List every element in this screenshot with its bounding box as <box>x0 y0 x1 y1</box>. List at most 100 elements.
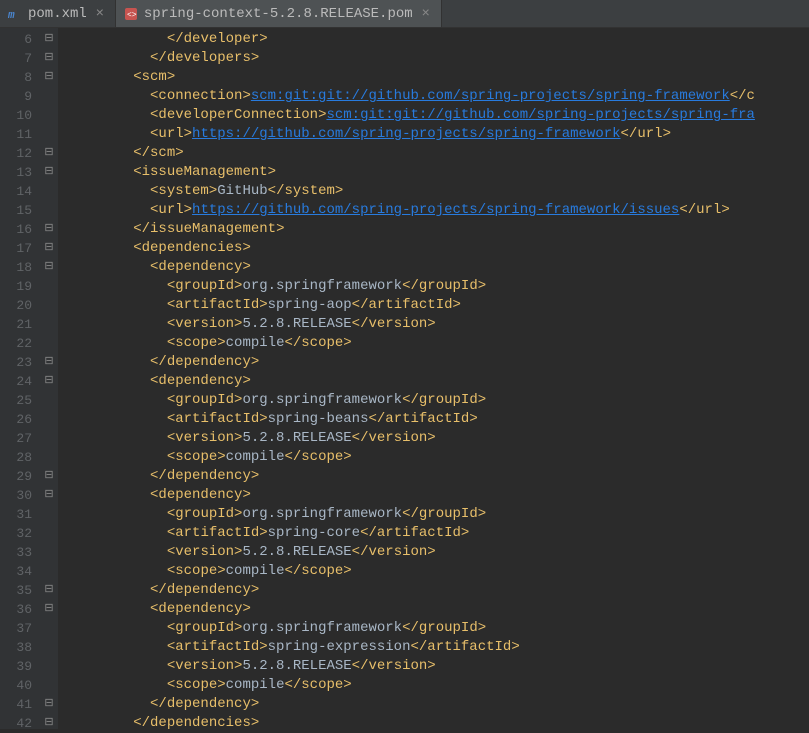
code-line[interactable]: <artifactId>spring-expression</artifactI… <box>66 638 809 657</box>
code-line[interactable]: </dependency> <box>66 353 809 372</box>
code-line[interactable]: <groupId>org.springframework</groupId> <box>66 391 809 410</box>
fold-marker[interactable] <box>40 676 58 695</box>
code-line[interactable]: <system>GitHub</system> <box>66 182 809 201</box>
fold-marker[interactable]: ⊟ <box>40 30 58 49</box>
fold-marker[interactable]: ⊟ <box>40 353 58 372</box>
line-number: 15 <box>0 201 32 220</box>
code-line[interactable]: <groupId>org.springframework</groupId> <box>66 619 809 638</box>
line-number: 29 <box>0 467 32 486</box>
code-line[interactable]: </dependency> <box>66 695 809 714</box>
code-line[interactable]: <dependency> <box>66 486 809 505</box>
fold-marker[interactable] <box>40 562 58 581</box>
code-area[interactable]: </developer> </developers> <scm> <connec… <box>58 28 809 729</box>
code-line[interactable]: </developer> <box>66 30 809 49</box>
code-line[interactable]: <version>5.2.8.RELEASE</version> <box>66 657 809 676</box>
code-line[interactable]: <scope>compile</scope> <box>66 562 809 581</box>
fold-marker[interactable]: ⊟ <box>40 486 58 505</box>
fold-marker[interactable]: ⊟ <box>40 467 58 486</box>
fold-marker[interactable]: ⊟ <box>40 68 58 87</box>
code-line[interactable]: </developers> <box>66 49 809 68</box>
line-number: 40 <box>0 676 32 695</box>
tab-pom-xml[interactable]: m pom.xml × <box>0 0 116 27</box>
close-icon[interactable]: × <box>93 7 107 21</box>
line-number: 12 <box>0 144 32 163</box>
code-line[interactable]: </dependency> <box>66 467 809 486</box>
line-number: 25 <box>0 391 32 410</box>
code-line[interactable]: </dependency> <box>66 581 809 600</box>
code-line[interactable]: <issueManagement> <box>66 163 809 182</box>
fold-marker[interactable] <box>40 448 58 467</box>
line-number: 37 <box>0 619 32 638</box>
code-line[interactable]: <developerConnection>scm:git:git://githu… <box>66 106 809 125</box>
line-number: 27 <box>0 429 32 448</box>
line-number: 26 <box>0 410 32 429</box>
fold-marker[interactable] <box>40 201 58 220</box>
fold-marker[interactable]: ⊟ <box>40 144 58 163</box>
code-line[interactable]: <version>5.2.8.RELEASE</version> <box>66 429 809 448</box>
code-line[interactable]: </dependencies> <box>66 714 809 729</box>
fold-marker[interactable] <box>40 543 58 562</box>
code-line[interactable]: </scm> <box>66 144 809 163</box>
fold-marker[interactable] <box>40 505 58 524</box>
fold-marker[interactable] <box>40 334 58 353</box>
code-line[interactable]: <scope>compile</scope> <box>66 334 809 353</box>
line-number: 18 <box>0 258 32 277</box>
code-line[interactable]: <url>https://github.com/spring-projects/… <box>66 201 809 220</box>
line-number: 8 <box>0 68 32 87</box>
code-line[interactable]: <groupId>org.springframework</groupId> <box>66 277 809 296</box>
fold-marker[interactable] <box>40 638 58 657</box>
fold-marker[interactable] <box>40 315 58 334</box>
code-line[interactable]: <dependencies> <box>66 239 809 258</box>
code-line[interactable]: <groupId>org.springframework</groupId> <box>66 505 809 524</box>
fold-marker[interactable]: ⊟ <box>40 49 58 68</box>
line-number: 9 <box>0 87 32 106</box>
fold-marker[interactable] <box>40 277 58 296</box>
fold-marker[interactable] <box>40 619 58 638</box>
line-number: 22 <box>0 334 32 353</box>
tab-label: pom.xml <box>28 6 87 22</box>
code-line[interactable]: <scm> <box>66 68 809 87</box>
code-line[interactable]: <version>5.2.8.RELEASE</version> <box>66 315 809 334</box>
fold-marker[interactable]: ⊟ <box>40 372 58 391</box>
code-line[interactable]: <dependency> <box>66 258 809 277</box>
fold-marker[interactable]: ⊟ <box>40 714 58 733</box>
fold-marker[interactable] <box>40 657 58 676</box>
fold-marker[interactable] <box>40 524 58 543</box>
code-line[interactable]: <artifactId>spring-beans</artifactId> <box>66 410 809 429</box>
fold-marker[interactable]: ⊟ <box>40 220 58 239</box>
close-icon[interactable]: × <box>419 7 433 21</box>
fold-marker[interactable] <box>40 429 58 448</box>
code-line[interactable]: <scope>compile</scope> <box>66 676 809 695</box>
fold-marker[interactable]: ⊟ <box>40 695 58 714</box>
code-line[interactable]: <artifactId>spring-core</artifactId> <box>66 524 809 543</box>
fold-marker[interactable] <box>40 182 58 201</box>
code-line[interactable]: <dependency> <box>66 372 809 391</box>
line-number: 7 <box>0 49 32 68</box>
code-editor[interactable]: 6789101112131415161718192021222324252627… <box>0 28 809 729</box>
fold-marker[interactable] <box>40 391 58 410</box>
line-number: 16 <box>0 220 32 239</box>
tab-spring-context-pom[interactable]: <> spring-context-5.2.8.RELEASE.pom × <box>116 0 442 27</box>
fold-marker[interactable]: ⊟ <box>40 581 58 600</box>
code-line[interactable]: <version>5.2.8.RELEASE</version> <box>66 543 809 562</box>
line-number: 34 <box>0 562 32 581</box>
fold-marker[interactable]: ⊟ <box>40 600 58 619</box>
line-number: 20 <box>0 296 32 315</box>
code-line[interactable]: <dependency> <box>66 600 809 619</box>
fold-marker[interactable]: ⊟ <box>40 258 58 277</box>
fold-marker[interactable] <box>40 106 58 125</box>
line-number: 35 <box>0 581 32 600</box>
code-line[interactable]: </issueManagement> <box>66 220 809 239</box>
code-line[interactable]: <url>https://github.com/spring-projects/… <box>66 125 809 144</box>
line-number: 38 <box>0 638 32 657</box>
fold-marker[interactable] <box>40 87 58 106</box>
fold-marker[interactable] <box>40 125 58 144</box>
fold-marker[interactable] <box>40 296 58 315</box>
code-line[interactable]: <scope>compile</scope> <box>66 448 809 467</box>
line-number: 36 <box>0 600 32 619</box>
fold-marker[interactable]: ⊟ <box>40 239 58 258</box>
fold-marker[interactable] <box>40 410 58 429</box>
code-line[interactable]: <artifactId>spring-aop</artifactId> <box>66 296 809 315</box>
fold-marker[interactable]: ⊟ <box>40 163 58 182</box>
code-line[interactable]: <connection>scm:git:git://github.com/spr… <box>66 87 809 106</box>
